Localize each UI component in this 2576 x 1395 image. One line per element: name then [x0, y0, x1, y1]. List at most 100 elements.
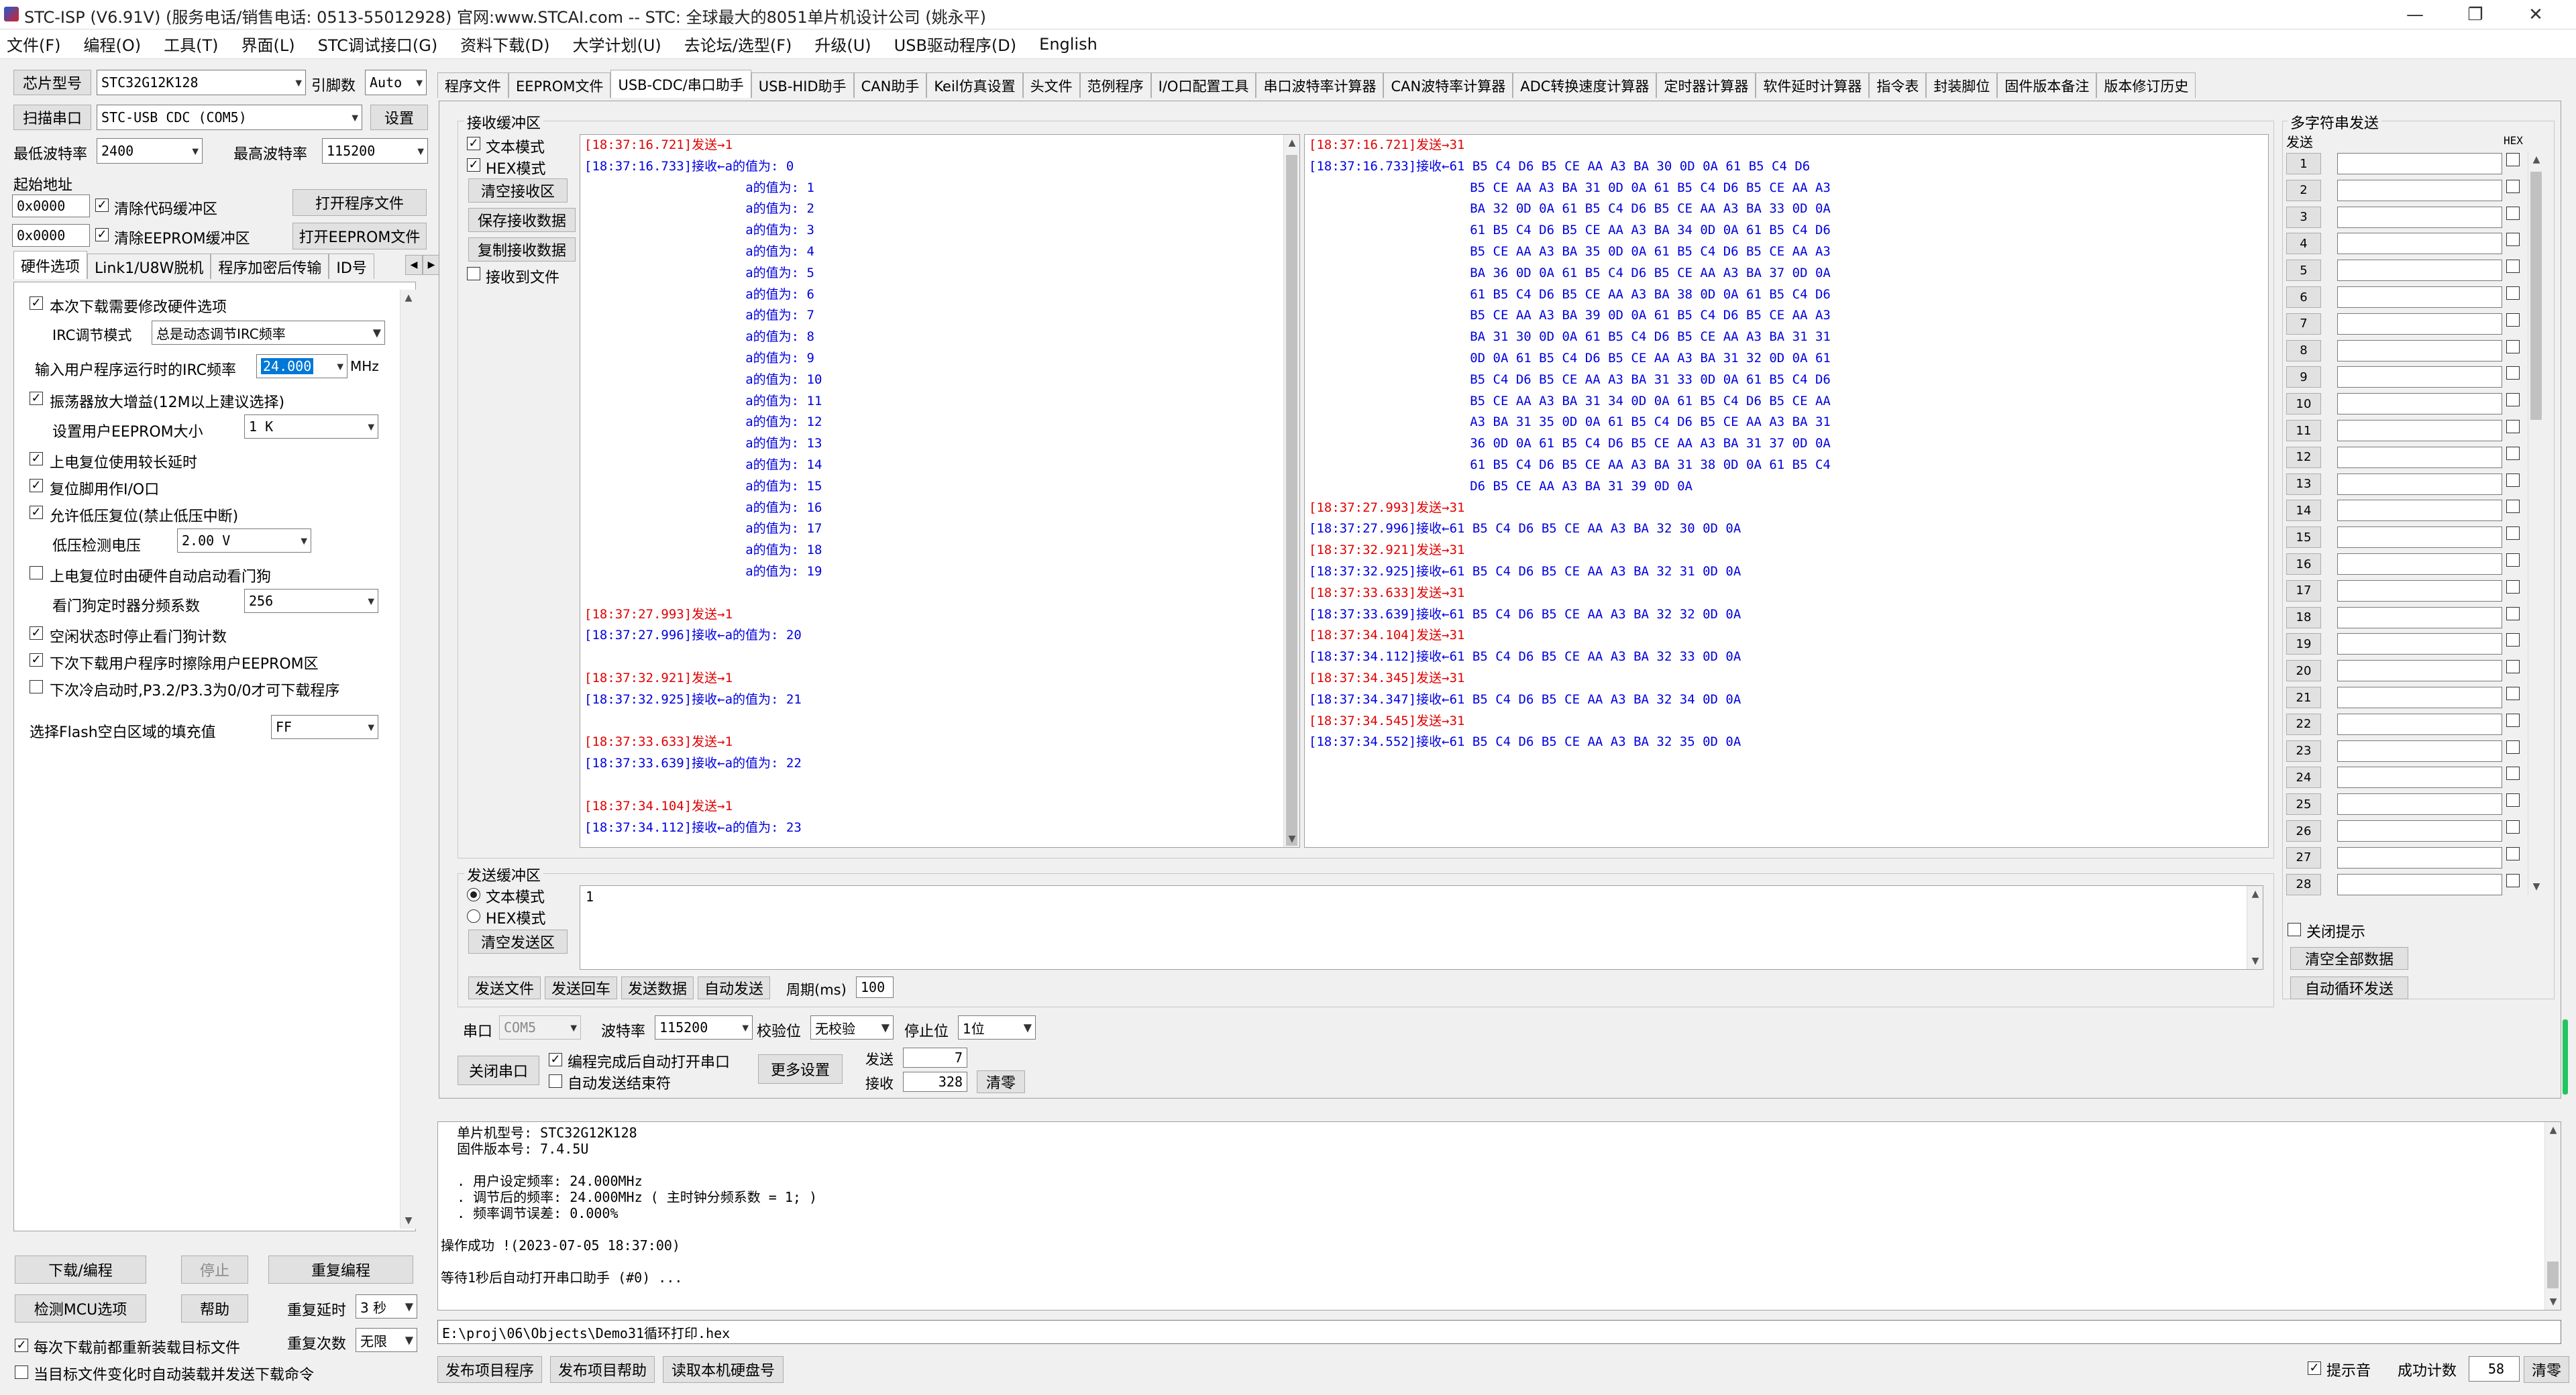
log-scrollbar[interactable]: ▲ ▼	[2544, 1122, 2561, 1310]
send-data-button[interactable]: 发送数据	[621, 976, 694, 999]
multi-send-button[interactable]: 6	[2286, 286, 2321, 308]
read-disk-id-button[interactable]: 读取本机硬盘号	[663, 1356, 784, 1383]
main-tab[interactable]: ADC转换速度计算器	[1513, 72, 1657, 98]
multi-string-input[interactable]	[2337, 393, 2502, 415]
multi-string-input[interactable]	[2337, 713, 2502, 735]
multi-hex-checkbox[interactable]	[2506, 793, 2520, 807]
beep-checkbox[interactable]: ✓	[2308, 1361, 2321, 1375]
receive-hex-area[interactable]: [18:37:16.721]发送→31 [18:37:16.733]接收←61 B…	[1304, 134, 2269, 848]
main-tab[interactable]: 程序文件	[437, 72, 508, 98]
close-icon[interactable]: ✕	[2509, 0, 2563, 30]
cold-boot-checkbox[interactable]	[30, 680, 43, 693]
hardware-options-scrollbar[interactable]: ▲ ▼	[400, 290, 416, 1229]
recv-hex-mode-checkbox[interactable]: ✓	[467, 158, 480, 172]
multi-string-input[interactable]	[2337, 286, 2502, 308]
reset-io-checkbox[interactable]: ✓	[30, 479, 43, 492]
send-enter-button[interactable]: 发送回车	[545, 976, 617, 999]
clear-all-data-button[interactable]: 清空全部数据	[2290, 947, 2408, 970]
multi-hex-checkbox[interactable]	[2506, 153, 2520, 166]
multi-string-input[interactable]	[2337, 687, 2502, 708]
multi-hex-checkbox[interactable]	[2506, 339, 2520, 353]
multi-hex-checkbox[interactable]	[2506, 579, 2520, 594]
serial-port-select[interactable]: COM5 ▼	[499, 1015, 581, 1040]
more-settings-button[interactable]: 更多设置	[758, 1054, 843, 1084]
multi-hex-checkbox[interactable]	[2506, 660, 2520, 674]
multi-hex-checkbox[interactable]	[2506, 687, 2520, 700]
multi-string-input[interactable]	[2337, 633, 2502, 655]
main-tab[interactable]: Keil仿真设置	[926, 72, 1023, 98]
scan-port-button[interactable]: 扫描串口	[13, 105, 91, 130]
detect-mcu-button[interactable]: 检测MCU选项	[15, 1294, 146, 1323]
multi-send-button[interactable]: 20	[2286, 660, 2321, 682]
port-settings-button[interactable]: 设置	[370, 105, 428, 130]
send-text-mode-radio[interactable]	[467, 888, 480, 901]
multi-send-button[interactable]: 23	[2286, 740, 2321, 762]
main-tab[interactable]: 封装脚位	[1926, 72, 1998, 98]
multi-string-input[interactable]	[2337, 260, 2502, 282]
main-tab[interactable]: CAN助手	[853, 72, 927, 98]
multi-send-button[interactable]: 15	[2286, 526, 2321, 549]
multi-string-input[interactable]	[2337, 873, 2502, 895]
multi-send-button[interactable]: 26	[2286, 820, 2321, 842]
multi-send-button[interactable]: 24	[2286, 767, 2321, 789]
multi-string-input[interactable]	[2337, 606, 2502, 628]
multi-hex-checkbox[interactable]	[2506, 473, 2520, 487]
menu-item[interactable]: USB驱动程序(D)	[894, 32, 1016, 56]
multi-hex-checkbox[interactable]	[2506, 526, 2520, 541]
multi-string-input[interactable]	[2337, 526, 2502, 549]
wdt-div-select[interactable]: 256 ▼	[244, 589, 378, 613]
menu-item[interactable]: 文件(F)	[7, 32, 61, 56]
multi-string-scrollbar[interactable]: ▲ ▼	[2528, 152, 2544, 895]
multi-hex-checkbox[interactable]	[2506, 286, 2520, 300]
scroll-up-icon[interactable]: ▲	[1284, 135, 1299, 151]
multi-send-button[interactable]: 11	[2286, 420, 2321, 441]
copy-receive-button[interactable]: 复制接收数据	[468, 237, 576, 262]
main-tab[interactable]: USB-HID助手	[751, 72, 854, 98]
multi-string-input[interactable]	[2337, 740, 2502, 762]
scroll-thumb[interactable]	[1286, 155, 1297, 846]
multi-send-button[interactable]: 3	[2286, 206, 2321, 228]
multi-hex-checkbox[interactable]	[2506, 740, 2520, 754]
main-tab[interactable]: 指令表	[1869, 72, 1927, 98]
multi-string-input[interactable]	[2337, 233, 2502, 255]
multi-send-button[interactable]: 5	[2286, 260, 2321, 282]
multi-send-button[interactable]: 16	[2286, 553, 2321, 575]
modify-hw-checkbox[interactable]: ✓	[30, 296, 43, 310]
stop-bits-select[interactable]: 1位 ▼	[958, 1015, 1036, 1040]
scroll-thumb[interactable]	[2530, 172, 2542, 420]
multi-hex-checkbox[interactable]	[2506, 420, 2520, 433]
code-address-input[interactable]: 0x0000	[12, 194, 90, 217]
multi-string-input[interactable]	[2337, 446, 2502, 468]
multi-send-button[interactable]: 28	[2286, 873, 2321, 895]
multi-string-input[interactable]	[2337, 793, 2502, 816]
multi-string-input[interactable]	[2337, 206, 2502, 228]
long-reset-checkbox[interactable]: ✓	[30, 452, 43, 465]
multi-send-button[interactable]: 22	[2286, 713, 2321, 735]
period-input[interactable]: 100	[856, 976, 894, 998]
multi-string-input[interactable]	[2337, 500, 2502, 522]
menu-item[interactable]: 资料下载(D)	[460, 32, 549, 56]
multi-send-button[interactable]: 8	[2286, 339, 2321, 361]
auto-open-checkbox[interactable]: ✓	[549, 1053, 562, 1066]
reload-file-checkbox[interactable]: ✓	[15, 1339, 28, 1352]
minimize-icon[interactable]: —	[2388, 0, 2442, 30]
multi-hex-checkbox[interactable]	[2506, 446, 2520, 460]
max-baud-select[interactable]: 115200 ▼	[322, 138, 428, 164]
multi-hex-checkbox[interactable]	[2506, 713, 2520, 727]
menu-item[interactable]: STC调试接口(G)	[318, 32, 438, 56]
main-tab[interactable]: EEPROM文件	[508, 72, 611, 98]
main-tab[interactable]: 头文件	[1022, 72, 1080, 98]
multi-string-input[interactable]	[2337, 179, 2502, 201]
baud-select[interactable]: 115200 ▼	[655, 1015, 753, 1040]
multi-send-button[interactable]: 2	[2286, 179, 2321, 201]
multi-hex-checkbox[interactable]	[2506, 233, 2520, 247]
multi-string-input[interactable]	[2337, 660, 2502, 682]
multi-send-button[interactable]: 1	[2286, 153, 2321, 174]
send-scrollbar[interactable]: ▲ ▼	[2247, 886, 2263, 969]
download-program-button[interactable]: 下载/编程	[15, 1256, 146, 1284]
auto-end-checkbox[interactable]	[549, 1074, 562, 1088]
scroll-down-icon[interactable]: ▼	[2247, 953, 2263, 969]
multi-send-button[interactable]: 18	[2286, 606, 2321, 628]
menu-item[interactable]: 去论坛/选型(F)	[684, 32, 792, 56]
multi-string-input[interactable]	[2337, 820, 2502, 842]
